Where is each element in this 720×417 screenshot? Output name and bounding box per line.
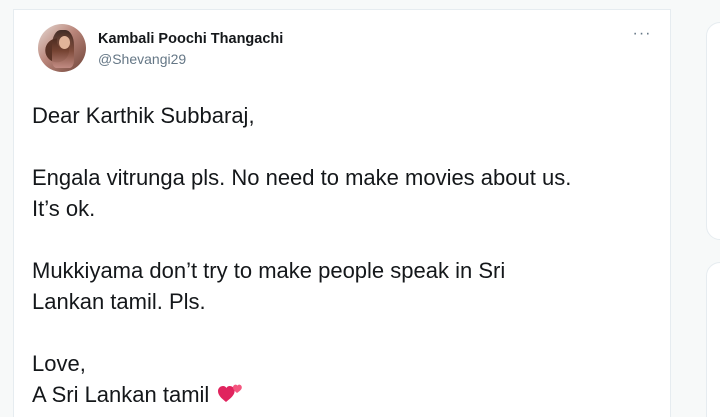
avatar-face (59, 36, 70, 49)
tweet-line: Love, (32, 351, 86, 376)
tweet-line: A Sri Lankan tamil (32, 379, 662, 410)
avatar[interactable] (38, 24, 86, 72)
tweet-paragraph: Engala vitrunga pls. No need to make mov… (32, 162, 662, 224)
tweet-greeting: Dear Karthik Subbaraj, (32, 100, 662, 131)
tweet-card[interactable]: Kambali Poochi Thangachi @Shevangi29 ···… (13, 9, 671, 417)
tweet-author: Kambali Poochi Thangachi @Shevangi29 (98, 30, 283, 68)
author-display-name[interactable]: Kambali Poochi Thangachi (98, 30, 283, 48)
more-options-button[interactable]: ··· (630, 25, 654, 44)
tweet-line: Dear Karthik Subbaraj, (32, 103, 255, 128)
ellipsis-icon: ··· (632, 25, 652, 42)
two-hearts-icon (218, 384, 243, 402)
tweet-text: Dear Karthik Subbaraj, Engala vitrunga p… (32, 100, 662, 410)
side-panel (706, 22, 720, 240)
tweet-line: Mukkiyama don’t try to make people speak… (32, 258, 506, 283)
tweet-line: It’s ok. (32, 196, 96, 221)
tweet-signoff: Love, A Sri Lankan tamil (32, 348, 662, 410)
side-panel (706, 262, 720, 417)
author-handle[interactable]: @Shevangi29 (98, 50, 283, 68)
tweet-line: Lankan tamil. Pls. (32, 289, 206, 314)
tweet-line: Engala vitrunga pls. No need to make mov… (32, 165, 572, 190)
tweet-paragraph: Mukkiyama don’t try to make people speak… (32, 255, 662, 317)
page: Kambali Poochi Thangachi @Shevangi29 ···… (0, 0, 720, 417)
signoff-text: A Sri Lankan tamil (32, 382, 210, 407)
